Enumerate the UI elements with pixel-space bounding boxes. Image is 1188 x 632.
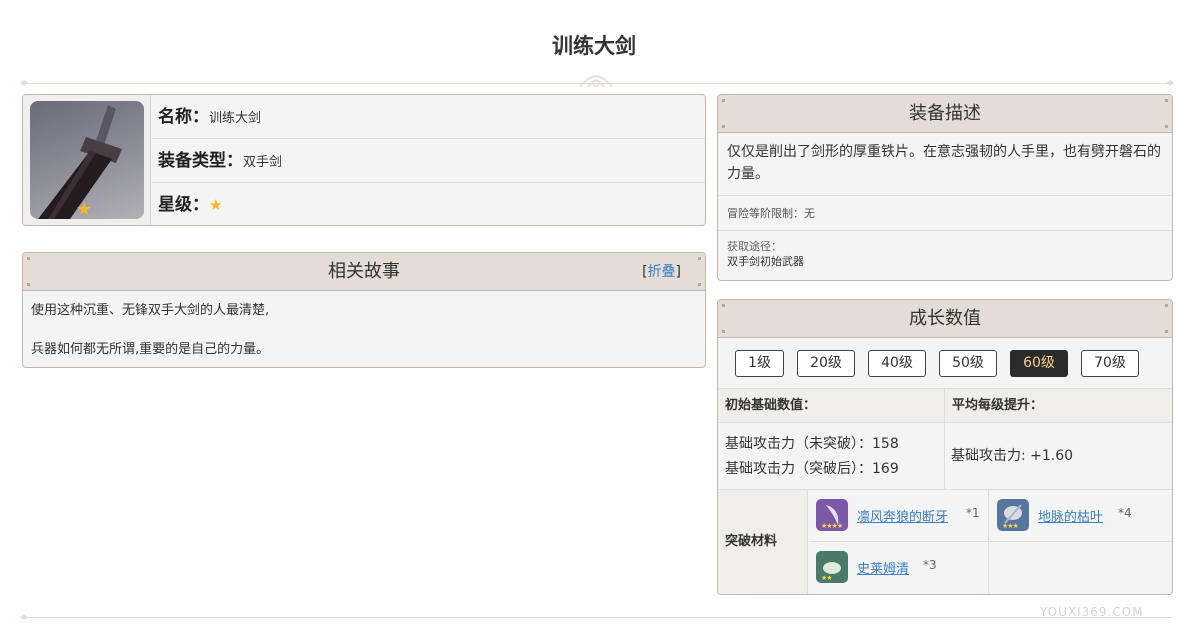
bottom-divider: [22, 617, 1172, 618]
materials-label: 突破材料: [718, 490, 808, 594]
story-panel: 相关故事 [折叠] 使用这种沉重、无锋双手大剑的人最清楚, 兵器如何都无所谓,重…: [22, 252, 706, 368]
material-item: ★★ 史莱姆清 *3: [809, 542, 989, 594]
divider-cap-icon: [20, 614, 28, 620]
level-tab-20[interactable]: 20级: [797, 350, 855, 377]
material-item: ★★★★ 凛风奔狼的断牙 *1: [809, 490, 989, 542]
level-tab-1[interactable]: 1级: [735, 350, 784, 377]
obtain-source-label: 获取途径：: [727, 240, 782, 253]
fold-link[interactable]: 折叠: [648, 264, 676, 280]
growth-panel: 成长数值 1级 20级 40级 50级 60级 70级 初始基础数值： 平均每级提升： 基…: [717, 299, 1173, 595]
material-count: *4: [1118, 506, 1132, 520]
material-link[interactable]: 史莱姆清: [857, 558, 909, 577]
per-level-attack: 基础攻击力: +1.60: [951, 448, 1074, 464]
description-text: 仅仅是削出了剑形的厚重铁片。在意志强韧的人手里，也有劈开磐石的力量。: [718, 133, 1172, 196]
weapon-image: ★: [30, 101, 144, 219]
rarity-star-icon: ★: [76, 199, 93, 219]
story-title: 相关故事: [328, 261, 400, 282]
watermark: YOUXI369.COM: [1040, 605, 1144, 619]
base-attack-after: 基础攻击力（突破后）：169: [725, 461, 899, 477]
stat-value-row: 基础攻击力（未突破）：158 基础攻击力（突破后）：169 基础攻击力: +1.…: [718, 423, 1172, 490]
page-title: 训练大剑: [552, 34, 636, 58]
rarity-row: 星级：★: [152, 183, 705, 225]
materials-section: 突破材料 ★★★★ 凛风奔狼的断牙 *1 ★★★ 地脉的枯叶 *4 ★★ 史莱姆…: [718, 490, 1172, 594]
weapon-image-cell: ★: [23, 95, 151, 225]
top-divider: [22, 83, 1172, 84]
growth-title: 成长数值: [909, 308, 981, 329]
weapon-info-panel: ★ 名称：训练大剑 装备类型：双手剑 星级：★: [22, 94, 706, 226]
level-tab-40[interactable]: 40级: [868, 350, 926, 377]
type-row: 装备类型：双手剑: [152, 139, 705, 183]
story-header: 相关故事 [折叠]: [23, 253, 705, 291]
growth-header: 成长数值: [718, 300, 1172, 338]
level-tab-50[interactable]: 50级: [939, 350, 997, 377]
level-tabs: 1级 20级 40级 50级 60级 70级: [718, 338, 1172, 389]
name-value: 训练大剑: [209, 111, 262, 126]
material-link[interactable]: 凛风奔狼的断牙: [857, 506, 948, 525]
base-stat-header: 初始基础数值：: [725, 398, 817, 413]
type-key: 装备类型：: [158, 151, 243, 171]
material-count: *1: [966, 506, 980, 520]
star-icon: ★: [209, 196, 223, 214]
story-paragraph: 兵器如何都无所谓,重要的是自己的力量。: [31, 342, 270, 357]
level-tab-70[interactable]: 70级: [1081, 350, 1139, 377]
adventure-rank-limit: 冒险等阶限制：无: [718, 196, 1172, 231]
description-header: 装备描述: [718, 95, 1172, 133]
title-ornament-icon: [579, 75, 613, 88]
description-panel: 装备描述 仅仅是削出了剑形的厚重铁片。在意志强韧的人手里，也有劈开磐石的力量。 …: [717, 94, 1173, 281]
per-level-header: 平均每级提升：: [952, 398, 1044, 413]
type-value: 双手剑: [243, 155, 283, 170]
material-count: *3: [923, 558, 937, 572]
obtain-source: 获取途径： 双手剑初始武器: [718, 231, 1172, 277]
dry-leaf-icon: ★★★: [997, 499, 1029, 531]
material-item: ★★★ 地脉的枯叶 *4: [990, 490, 1172, 542]
stat-header-row: 初始基础数值： 平均每级提升：: [718, 389, 1172, 423]
fold-toggle: [折叠]: [642, 264, 681, 280]
rarity-key: 星级：: [158, 195, 209, 215]
name-row: 名称：训练大剑: [152, 95, 705, 139]
divider-cap-icon: [1166, 80, 1174, 86]
material-link[interactable]: 地脉的枯叶: [1038, 506, 1103, 525]
name-key: 名称：: [158, 107, 209, 127]
description-title: 装备描述: [909, 103, 981, 124]
level-tab-60[interactable]: 60级: [1010, 350, 1068, 377]
slime-icon: ★★: [816, 551, 848, 583]
divider-cap-icon: [20, 80, 28, 86]
obtain-source-value: 双手剑初始武器: [727, 255, 804, 268]
wolf-fang-icon: ★★★★: [816, 499, 848, 531]
base-attack-before: 基础攻击力（未突破）：158: [725, 436, 899, 452]
story-paragraph: 使用这种沉重、无锋双手大剑的人最清楚,: [31, 303, 270, 318]
